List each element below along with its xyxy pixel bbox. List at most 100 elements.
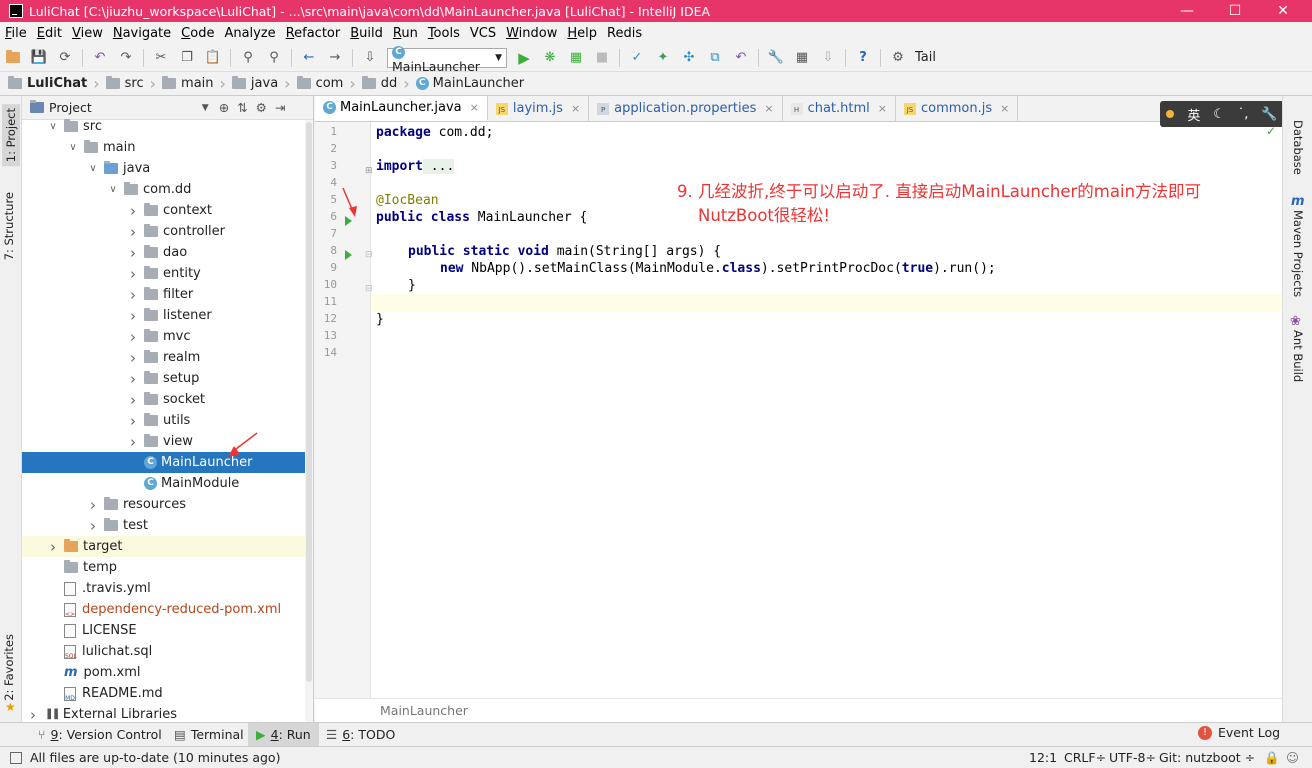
breadcrumb-item[interactable]: main ›	[160, 74, 230, 93]
editor-tab[interactable]: JS layim.js ×	[488, 96, 590, 121]
close-tab-icon[interactable]: ×	[764, 102, 773, 115]
bottom-tool-tab[interactable]: ⑂ 9: Version Control	[30, 723, 170, 747]
plugin-icon[interactable]: ⚙	[888, 48, 908, 68]
close-tab-icon[interactable]: ×	[1000, 102, 1009, 115]
replace-icon[interactable]: ⚲	[264, 48, 284, 68]
menu-analyze[interactable]: Analyze	[219, 26, 280, 41]
code-line[interactable]: public class MainLauncher {	[376, 210, 587, 225]
breadcrumb-item[interactable]: C MainLauncher	[414, 76, 528, 91]
code-line[interactable]: import ...	[376, 159, 455, 174]
menu-run[interactable]: Run	[388, 26, 423, 41]
menu-file[interactable]: File	[0, 26, 32, 41]
inspector-icon[interactable]: ☺	[1286, 750, 1299, 765]
expand-arrow-icon[interactable]: ∨	[86, 163, 100, 174]
vcs-revert-icon[interactable]: ↶	[731, 48, 751, 68]
bottom-tool-tab[interactable]: ▶ 4: Run	[248, 722, 319, 747]
tree-item[interactable]: › socket	[22, 389, 306, 410]
project-panel-title[interactable]: Project	[49, 100, 92, 115]
tail-button[interactable]: Tail	[915, 50, 936, 65]
project-scrollbar[interactable]	[305, 120, 313, 722]
maximize-button[interactable]: ☐	[1212, 0, 1258, 22]
lock-icon[interactable]: 🔒	[1264, 750, 1280, 766]
expand-arrow-icon[interactable]: ›	[126, 412, 140, 430]
code-line[interactable]: public static void main(String[] args) {	[408, 244, 721, 259]
ant-tool-tab[interactable]: Ant Build	[1291, 330, 1305, 382]
file-encoding[interactable]: UTF-8÷	[1109, 750, 1156, 765]
database-tool-tab[interactable]: Database	[1291, 120, 1305, 175]
expand-arrow-icon[interactable]: ∨	[106, 184, 120, 195]
favorites-tool-tab[interactable]: 2: Favorites	[2, 634, 16, 701]
run-config-select[interactable]: CMainLauncher ▼	[387, 45, 507, 74]
tree-item[interactable]: .travis.yml	[22, 578, 306, 599]
collapse-all-icon[interactable]: ⇅	[237, 100, 247, 115]
bottom-tool-tab[interactable]: ▤ Terminal	[166, 723, 252, 747]
expand-arrow-icon[interactable]: ›	[126, 286, 140, 304]
menu-code[interactable]: Code	[176, 26, 219, 41]
close-tab-icon[interactable]: ×	[571, 102, 580, 115]
find-icon[interactable]: ⚲	[238, 48, 258, 68]
menu-refactor[interactable]: Refactor	[281, 26, 346, 41]
tree-item[interactable]: › dao	[22, 242, 306, 263]
tree-item[interactable]: C MainModule	[22, 473, 306, 494]
tree-item[interactable]: <> dependency-reduced-pom.xml	[22, 599, 306, 620]
expand-arrow-icon[interactable]: ›	[126, 349, 140, 367]
tree-item[interactable]: C MainLauncher	[22, 452, 306, 473]
breadcrumb-item[interactable]: src ›	[104, 74, 160, 93]
tree-item[interactable]: temp	[22, 557, 306, 578]
maven-tool-tab[interactable]: Maven Projects	[1291, 210, 1305, 297]
save-icon[interactable]: 💾	[29, 48, 49, 68]
tree-item[interactable]: SQL lulichat.sql	[22, 641, 306, 662]
tree-item[interactable]: › context	[22, 200, 306, 221]
expand-arrow-icon[interactable]: ›	[86, 517, 100, 535]
cut-icon[interactable]: ✂	[151, 48, 171, 68]
expand-arrow-icon[interactable]: ›	[126, 244, 140, 262]
structure-tool-tab[interactable]: 7: Structure	[2, 192, 16, 260]
open-folder-icon[interactable]	[3, 48, 23, 68]
close-tab-icon[interactable]: ×	[878, 102, 887, 115]
help-icon[interactable]: ?	[853, 48, 873, 68]
punctuation-icon[interactable]: ˙,	[1238, 107, 1249, 122]
breadcrumb-item[interactable]: dd ›	[360, 74, 414, 93]
tree-item[interactable]: ∨ com.dd	[22, 179, 306, 200]
expand-arrow-icon[interactable]: ›	[126, 433, 140, 451]
coverage-icon[interactable]: ▦	[566, 48, 586, 68]
code-line[interactable]: }	[376, 312, 384, 327]
tree-item[interactable]: › realm	[22, 347, 306, 368]
event-log-button[interactable]: ! Event Log	[1198, 725, 1280, 740]
code-line[interactable]: @IocBean	[376, 193, 439, 208]
chevron-down-icon[interactable]: ▼	[202, 103, 209, 113]
menu-tools[interactable]: Tools	[423, 26, 465, 41]
expand-arrow-icon[interactable]: ›	[126, 370, 140, 388]
editor-tab[interactable]: JS common.js ×	[896, 96, 1019, 121]
settings-wrench-icon[interactable]: 🔧	[766, 48, 786, 68]
close-tab-icon[interactable]: ×	[470, 101, 479, 114]
git-branch[interactable]: Git: nutzboot ÷	[1159, 750, 1255, 765]
tree-item[interactable]: › view	[22, 431, 306, 452]
editor-tab[interactable]: C MainLauncher.java ×	[315, 96, 488, 121]
tree-item[interactable]: › setup	[22, 368, 306, 389]
stop-icon[interactable]: ■	[592, 48, 612, 68]
code-line[interactable]: package com.dd;	[376, 125, 493, 140]
vcs-commit-icon[interactable]: ✦	[653, 48, 673, 68]
menu-build[interactable]: Build	[345, 26, 388, 41]
ime-toolbar[interactable]: 英 ☾ ˙, 🔧	[1160, 101, 1284, 127]
tree-item[interactable]: › listener	[22, 305, 306, 326]
tree-item[interactable]: ∨ java	[22, 158, 306, 179]
code-line[interactable]: new NbApp().setMainClass(MainModule.clas…	[440, 261, 996, 276]
breadcrumb-item[interactable]: com ›	[295, 74, 360, 93]
tree-item[interactable]: › controller	[22, 221, 306, 242]
bottom-tool-tab[interactable]: ☰ 6: TODO	[318, 723, 403, 747]
build-icon[interactable]: ⇩	[360, 48, 380, 68]
expand-arrow-icon[interactable]: ›	[126, 265, 140, 283]
vcs-push-icon[interactable]: ✣	[679, 48, 699, 68]
hide-panel-icon[interactable]: ⇥	[275, 100, 285, 115]
menu-window[interactable]: Window	[501, 26, 562, 41]
tree-item[interactable]: LICENSE	[22, 620, 306, 641]
expand-arrow-icon[interactable]: ›	[126, 202, 140, 220]
paste-icon[interactable]: 📋	[203, 48, 223, 68]
tree-item[interactable]: MD README.md	[22, 683, 306, 704]
editor-tab[interactable]: Papplication.properties ×	[589, 96, 783, 121]
menu-help[interactable]: Help	[562, 26, 602, 41]
copy-icon[interactable]: ❐	[177, 48, 197, 68]
wrench-icon[interactable]: 🔧	[1261, 107, 1277, 122]
